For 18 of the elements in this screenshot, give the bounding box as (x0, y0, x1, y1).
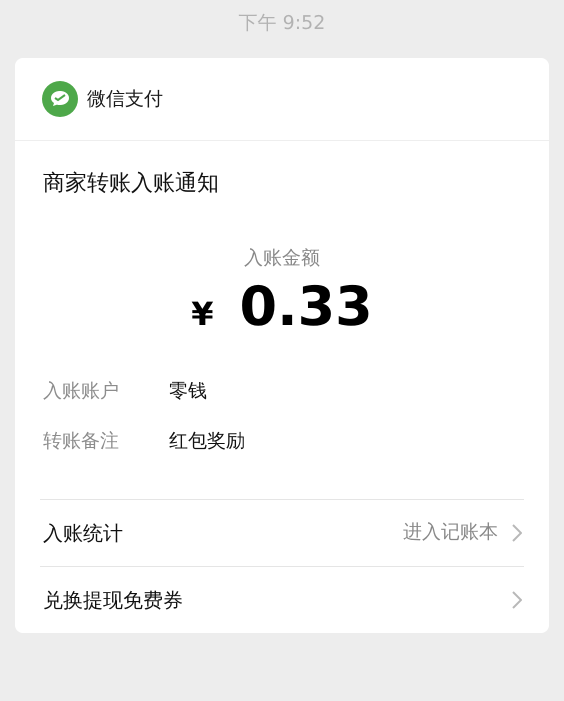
chevron-icon (512, 590, 522, 608)
action-row[interactable]: 入账统计 进入记账本 (40, 498, 524, 566)
amount-label: 入账金额 (244, 246, 320, 271)
message-time: 下午 9:52 (238, 11, 326, 36)
action-label: 兑换提现免费券 (43, 586, 183, 614)
detail-value: 红包奖励 (169, 429, 245, 454)
brand-name: 微信支付 (87, 86, 163, 112)
action-hint: 进入记账本 (403, 520, 498, 546)
detail-value: 零钱 (169, 379, 207, 404)
wallet-logo-icon (42, 81, 78, 117)
chevron-icon (512, 524, 522, 542)
action-label: 入账统计 (43, 520, 123, 546)
notification-title: 商家转账入账通知 (42, 170, 220, 198)
detail-label: 入账账户 (43, 379, 120, 404)
detail-label: 转账备注 (43, 429, 120, 454)
amount-value: 0.33 (240, 274, 373, 338)
action-row[interactable]: 兑换提现免费券 (40, 566, 524, 632)
currency-symbol: ¥ (191, 294, 214, 334)
